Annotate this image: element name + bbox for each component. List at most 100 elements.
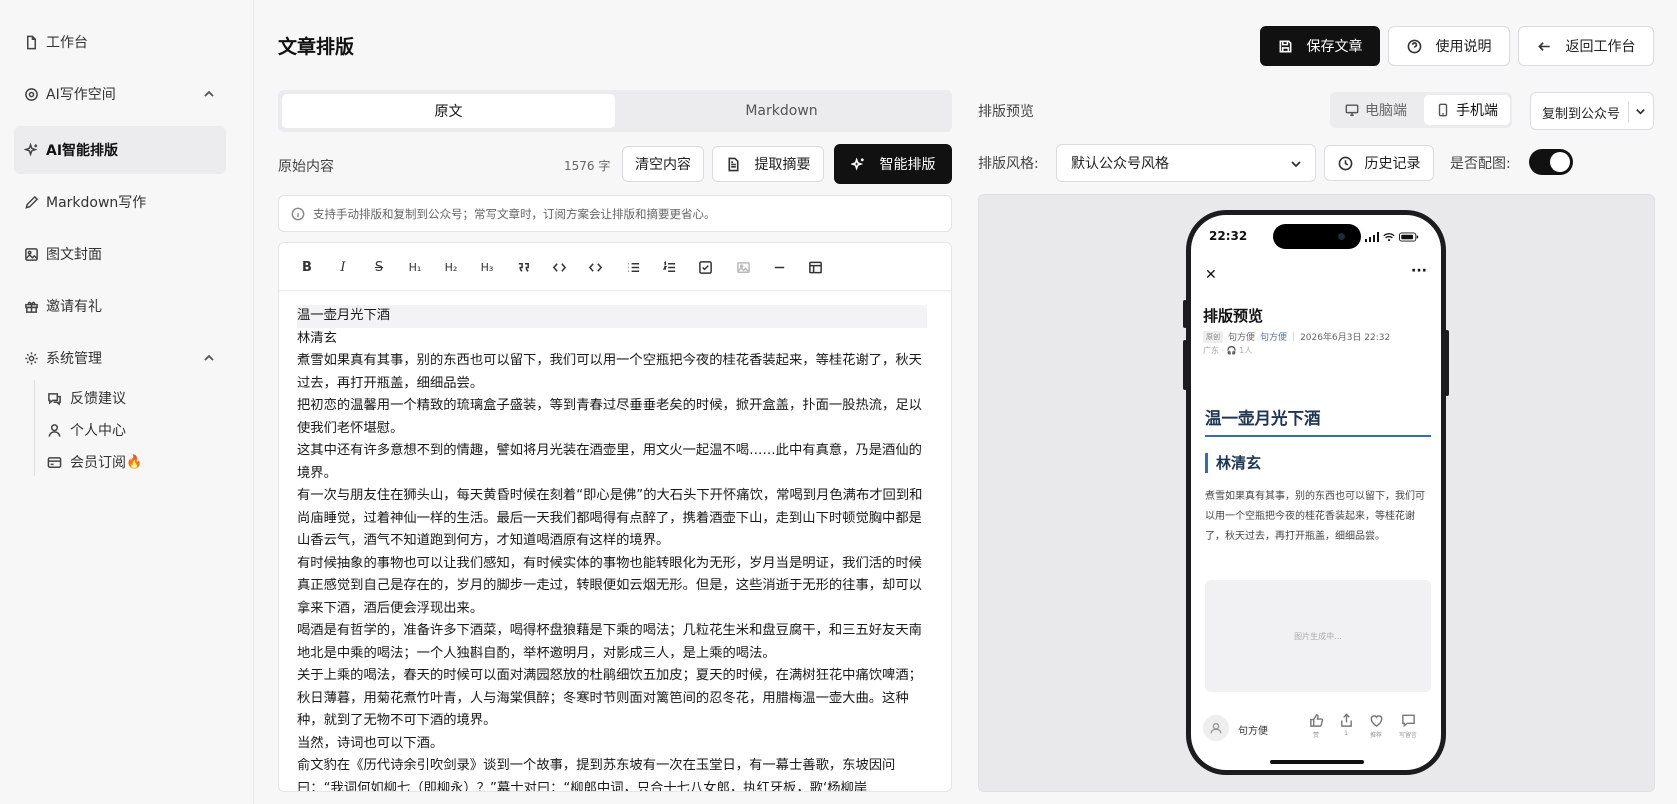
extract-summary-button[interactable]: 提取摘要	[712, 146, 824, 182]
style-select[interactable]: 默认公众号风格	[1056, 144, 1316, 182]
phone-heading-2: 林清玄	[1205, 453, 1261, 473]
image-icon	[736, 261, 750, 273]
action-label: 1	[1344, 730, 1348, 737]
paragraph: 煮雪如果真有其事，别的东西也可以留下，我们可以用一个空瓶把今夜的桂花香装起来，等…	[297, 353, 922, 391]
mobile-label: 手机端	[1456, 103, 1498, 119]
action-label: 推荐	[1369, 732, 1382, 739]
submenu-guide-line	[34, 380, 35, 476]
sidebar-item-workbench[interactable]: 工作台	[14, 18, 226, 66]
ai-icon	[23, 86, 39, 102]
sidebar-item-label: 反馈建议	[70, 391, 126, 407]
checkbox-icon	[698, 260, 712, 274]
more-icon[interactable]: ···	[1411, 263, 1427, 279]
back-label: 返回工作台	[1565, 39, 1636, 55]
share-icon	[1340, 713, 1352, 727]
sidebar-item-invite[interactable]: 邀请有礼	[14, 282, 226, 330]
chevron-down-icon[interactable]	[1634, 105, 1647, 118]
sidebar: 工作台 AI写作空间 AI智能排版 Markdown写作 图文封面 邀请有礼 系…	[0, 0, 254, 804]
sidebar-item-feedback[interactable]: 反馈建议	[46, 384, 126, 412]
code-block-button[interactable]	[585, 257, 605, 277]
chevron-up-icon[interactable]	[202, 351, 216, 365]
phone-mockup: 22:32 ✕ ··· 排版预览 原创 句方便 句方便 | 2026年6月3日 …	[1186, 210, 1446, 775]
location-listen: 广东 · 🎧 1人	[1203, 346, 1253, 355]
sidebar-item-ai-layout[interactable]: AI智能排版	[14, 126, 226, 174]
phone-footer-bar: 句方便 赞 1 推荐 写留言	[1191, 705, 1441, 745]
chevron-down-icon	[1291, 161, 1301, 168]
heading1-button[interactable]: H₁	[405, 257, 425, 277]
sidebar-item-profile[interactable]: 个人中心	[46, 416, 126, 444]
bold-button[interactable]: B	[297, 257, 317, 277]
thumb-up-icon	[1309, 714, 1323, 727]
history-button[interactable]: 历史记录	[1324, 145, 1434, 181]
sidebar-item-ai-workspace[interactable]: AI写作空间	[14, 70, 226, 118]
illustrate-toggle[interactable]	[1529, 149, 1573, 175]
user-icon	[46, 422, 62, 438]
table-button[interactable]	[805, 257, 825, 277]
home-indicator	[1270, 760, 1364, 764]
toggle-knob	[1550, 152, 1570, 172]
recommend-action[interactable]: 推荐	[1363, 713, 1389, 739]
ordered-list-icon	[662, 260, 675, 272]
bullet-list-button[interactable]	[623, 257, 643, 277]
ordered-list-button[interactable]	[659, 257, 679, 277]
table-icon	[808, 261, 822, 273]
clear-label: 清空内容	[635, 157, 691, 173]
history-label: 历史记录	[1364, 156, 1421, 172]
heading2-button[interactable]: H₂	[441, 257, 461, 277]
paragraph: 有一次与朋友住在狮头山，每天黄昏时候在刻着“即心是佛”的大石头下开怀痛饮，常喝到…	[297, 488, 923, 548]
tab-original[interactable]: 原文	[282, 94, 615, 128]
code-icon	[552, 262, 566, 272]
back-to-workbench-button[interactable]: 返回工作台	[1518, 26, 1654, 66]
clear-content-button[interactable]: 清空内容	[622, 146, 704, 182]
code-block-icon	[588, 262, 602, 272]
strikethrough-button[interactable]: S	[369, 257, 389, 277]
horizontal-rule-button[interactable]	[769, 257, 789, 277]
sidebar-item-label: AI智能排版	[46, 143, 119, 159]
share-action[interactable]: 1	[1333, 713, 1359, 737]
phone-status-icons	[1365, 232, 1419, 242]
paragraph: 把初恋的温馨用一个精致的琉璃盒子盛装，等到青春过尽垂垂老矣的时候，掀开盒盖，扑面…	[297, 398, 922, 436]
mobile-view-button[interactable]: 手机端	[1424, 95, 1510, 125]
copy-to-wechat-button[interactable]: 复制到公众号	[1530, 92, 1654, 130]
heading3-button[interactable]: H₃	[477, 257, 497, 277]
desktop-label: 电脑端	[1365, 103, 1407, 119]
editor-text[interactable]: 温一壶月光下酒 林清玄 煮雪如果真有其事，别的东西也可以留下，我们可以用一个空瓶…	[297, 305, 927, 791]
editor-tabs: 原文 Markdown	[278, 90, 952, 132]
preview-label: 排版预览	[978, 104, 1034, 120]
summary-label: 提取摘要	[754, 157, 811, 173]
info-icon	[291, 207, 305, 220]
paragraph: 有时候抽象的事物也可以让我们感知，有时候实体的事物也能转眼化为无形，岁月当是明证…	[297, 555, 922, 616]
sidebar-item-label: AI写作空间	[46, 87, 116, 103]
signal-icon	[1365, 232, 1379, 242]
account-link[interactable]: 句方便	[1260, 330, 1287, 343]
avatar[interactable]	[1203, 715, 1229, 741]
feedback-icon	[46, 390, 62, 406]
smart-layout-button[interactable]: 智能排版	[834, 144, 952, 184]
sidebar-item-system[interactable]: 系统管理	[14, 334, 226, 382]
paragraph: 温一壶月光下酒	[297, 305, 927, 328]
help-button[interactable]: 使用说明	[1388, 26, 1510, 66]
desktop-view-button[interactable]: 电脑端	[1334, 95, 1418, 125]
phone-screen: 22:32 ✕ ··· 排版预览 原创 句方便 句方便 | 2026年6月3日 …	[1191, 215, 1441, 770]
italic-button[interactable]: I	[333, 257, 353, 277]
camera-dot	[1338, 233, 1345, 240]
sidebar-item-cover[interactable]: 图文封面	[14, 230, 226, 278]
insert-image-button[interactable]	[733, 257, 753, 277]
sidebar-item-membership[interactable]: 会员订阅 🔥	[46, 448, 142, 476]
inline-code-button[interactable]	[549, 257, 569, 277]
editor-toolbar: B I S H₁ H₂ H₃	[279, 243, 951, 291]
sidebar-item-markdown[interactable]: Markdown写作	[14, 178, 226, 226]
chevron-up-icon[interactable]	[202, 87, 216, 101]
close-icon[interactable]: ✕	[1205, 267, 1217, 283]
save-article-button[interactable]: 保存文章	[1260, 26, 1380, 66]
word-count: 1576 字	[564, 159, 611, 173]
quote-button[interactable]	[513, 257, 533, 277]
tab-markdown[interactable]: Markdown	[615, 94, 948, 128]
style-value: 默认公众号风格	[1071, 156, 1169, 172]
phone-icon	[1438, 103, 1448, 117]
phone-article-title: 排版预览	[1203, 307, 1264, 325]
task-list-button[interactable]	[695, 257, 715, 277]
like-action[interactable]: 赞	[1303, 713, 1329, 739]
user-icon	[1210, 722, 1222, 734]
comment-action[interactable]: 写留言	[1395, 713, 1421, 739]
